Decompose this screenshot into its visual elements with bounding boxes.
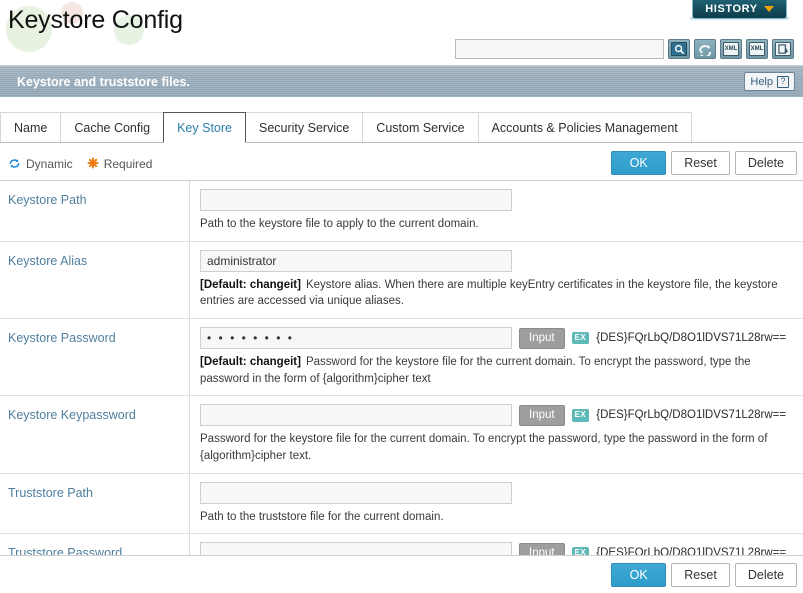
legend-action-row: Dynamic Required OK Reset Delete	[0, 148, 803, 180]
field-label: Keystore Path	[0, 181, 190, 241]
chevron-down-icon	[763, 6, 774, 12]
keystore-keypassword-input[interactable]	[200, 404, 512, 427]
field-label: Keystore Alias	[0, 241, 190, 319]
xml-download-icon-button[interactable]: XML	[746, 39, 768, 59]
field-help-text: Path to the truststore file for the curr…	[200, 510, 444, 523]
tab-bar: Name Cache Config Key Store Security Ser…	[0, 111, 803, 143]
page-title: Keystore Config	[8, 6, 183, 34]
xml-upload-icon-button[interactable]: XML	[720, 39, 742, 59]
delete-button-bottom[interactable]: Delete	[734, 563, 797, 587]
field-help: Path to the keystore file to apply to th…	[200, 216, 795, 233]
field-value-cell: [Default: changeit]Keystore alias. When …	[190, 242, 803, 318]
field-help: [Default: changeit] Keystore alias. When …	[200, 277, 795, 310]
ex-badge-icon: EX	[571, 331, 590, 345]
field-label: Truststore Path	[0, 473, 190, 534]
field-control-line	[200, 189, 795, 211]
field-value-cell: Input EX {DES}FQrLbQ/D8O1lDVS71L28rw== […	[190, 319, 803, 395]
tab-label: Security Service	[258, 120, 350, 135]
keystore-path-input[interactable]	[200, 189, 512, 211]
cipher-text: {DES}FQrLbQ/D8O1lDVS71L28rw==	[596, 332, 787, 345]
top-action-buttons: OK Reset Delete	[611, 151, 797, 175]
truststore-path-input[interactable]	[200, 481, 512, 504]
reset-button-bottom[interactable]: Reset	[671, 563, 730, 587]
tab-label: Cache Config	[74, 120, 151, 135]
field-help: Password for the keystore file for the c…	[200, 431, 795, 464]
legend-dynamic: Dynamic	[8, 157, 73, 172]
form-row: Keystore Keypassword Input EX {DES}FQrLb…	[0, 396, 803, 474]
xml-download-icon: XML	[749, 42, 765, 56]
form-row: Truststore Path Path to the truststore f…	[0, 473, 803, 535]
search-icon-button[interactable]	[668, 39, 690, 59]
keystore-alias-input[interactable]	[200, 249, 512, 272]
save-export-icon-button[interactable]	[772, 39, 794, 59]
form-row: Keystore Path Path to the keystore file …	[0, 181, 803, 242]
settings-form: Keystore Path Path to the keystore file …	[0, 180, 803, 593]
history-label: HISTORY	[705, 3, 758, 15]
refresh-icon	[697, 42, 713, 56]
bottom-action-bar: OK Reset Delete	[0, 555, 803, 593]
field-help: [Default: changeit] Password for the keys…	[200, 354, 795, 387]
tab-security-service[interactable]: Security Service	[244, 112, 364, 143]
reset-button-top[interactable]: Reset	[671, 151, 730, 175]
question-mark-icon: ?	[777, 75, 789, 88]
field-value-cell: Path to the keystore file to apply to th…	[190, 181, 803, 241]
bottom-action-buttons: OK Reset Delete	[611, 563, 797, 587]
cipher-text: {DES}FQrLbQ/D8O1lDVS71L28rw==	[596, 409, 787, 422]
legend-dynamic-label: Dynamic	[26, 157, 73, 171]
field-label: Keystore Password	[0, 319, 190, 396]
ok-button-top[interactable]: OK	[611, 151, 667, 175]
ex-badge-icon: EX	[571, 409, 590, 422]
search-icon	[671, 42, 687, 56]
form-row: Keystore Alias [Default: changeit]Keysto…	[0, 241, 803, 320]
save-export-icon	[775, 42, 791, 56]
tab-name[interactable]: Name	[0, 112, 62, 143]
tab-cache-config[interactable]: Cache Config	[60, 112, 165, 143]
tab-label: Name	[14, 120, 48, 135]
keystore-config-page: HISTORY Keystore Config XML XML Keystore…	[0, 0, 803, 593]
field-help: Path to the truststore file for the curr…	[200, 509, 795, 526]
ok-button-bottom[interactable]: OK	[611, 563, 667, 587]
field-help-text: Password for the keystore file for the c…	[200, 433, 768, 463]
info-bar-text: Keystore and truststore files.	[17, 74, 190, 89]
legend-required-label: Required	[103, 157, 153, 171]
refresh-icon-button[interactable]	[694, 39, 716, 59]
field-control-line: Input EX {DES}FQrLbQ/D8O1lDVS71L28rw==	[200, 404, 795, 427]
field-control-line: Input EX {DES}FQrLbQ/D8O1lDVS71L28rw==	[200, 327, 795, 350]
input-button[interactable]: Input	[519, 404, 565, 426]
help-label: Help	[750, 75, 773, 88]
xml-upload-icon: XML	[723, 42, 739, 56]
field-default-prefix: [Default: changeit]	[200, 356, 301, 369]
field-help-text: Path to the keystore file to apply to th…	[200, 218, 479, 230]
tab-label: Custom Service	[376, 120, 465, 135]
info-bar: Keystore and truststore files. Help ?	[0, 65, 803, 97]
field-default-prefix: [Default: changeit]	[200, 278, 301, 291]
field-value-cell: Input EX {DES}FQrLbQ/D8O1lDVS71L28rw== P…	[190, 396, 803, 472]
search-toolbar: XML XML	[455, 39, 794, 59]
field-control-line	[200, 249, 795, 272]
search-input[interactable]	[455, 39, 664, 59]
tab-label: Accounts & Policies Management	[491, 120, 678, 135]
field-label: Keystore Keypassword	[0, 396, 190, 473]
keystore-password-input[interactable]	[200, 327, 512, 350]
input-button[interactable]: Input	[519, 327, 565, 349]
tab-accounts-policies-management[interactable]: Accounts & Policies Management	[477, 112, 692, 143]
help-button[interactable]: Help ?	[744, 72, 795, 91]
required-asterisk-icon	[87, 157, 99, 171]
tab-key-store[interactable]: Key Store	[163, 112, 246, 143]
page-title-wrap: Keystore Config	[6, 2, 183, 52]
form-row: Keystore Password Input EX {DES}FQrLbQ/D…	[0, 319, 803, 397]
delete-button-top[interactable]: Delete	[734, 151, 797, 175]
dynamic-refresh-icon	[8, 157, 21, 172]
history-button[interactable]: HISTORY	[692, 0, 787, 19]
field-value-cell: Path to the truststore file for the curr…	[190, 474, 803, 534]
legend-required: Required	[87, 157, 153, 171]
tab-custom-service[interactable]: Custom Service	[362, 112, 479, 143]
field-control-line	[200, 481, 795, 504]
tab-label: Key Store	[177, 120, 232, 135]
